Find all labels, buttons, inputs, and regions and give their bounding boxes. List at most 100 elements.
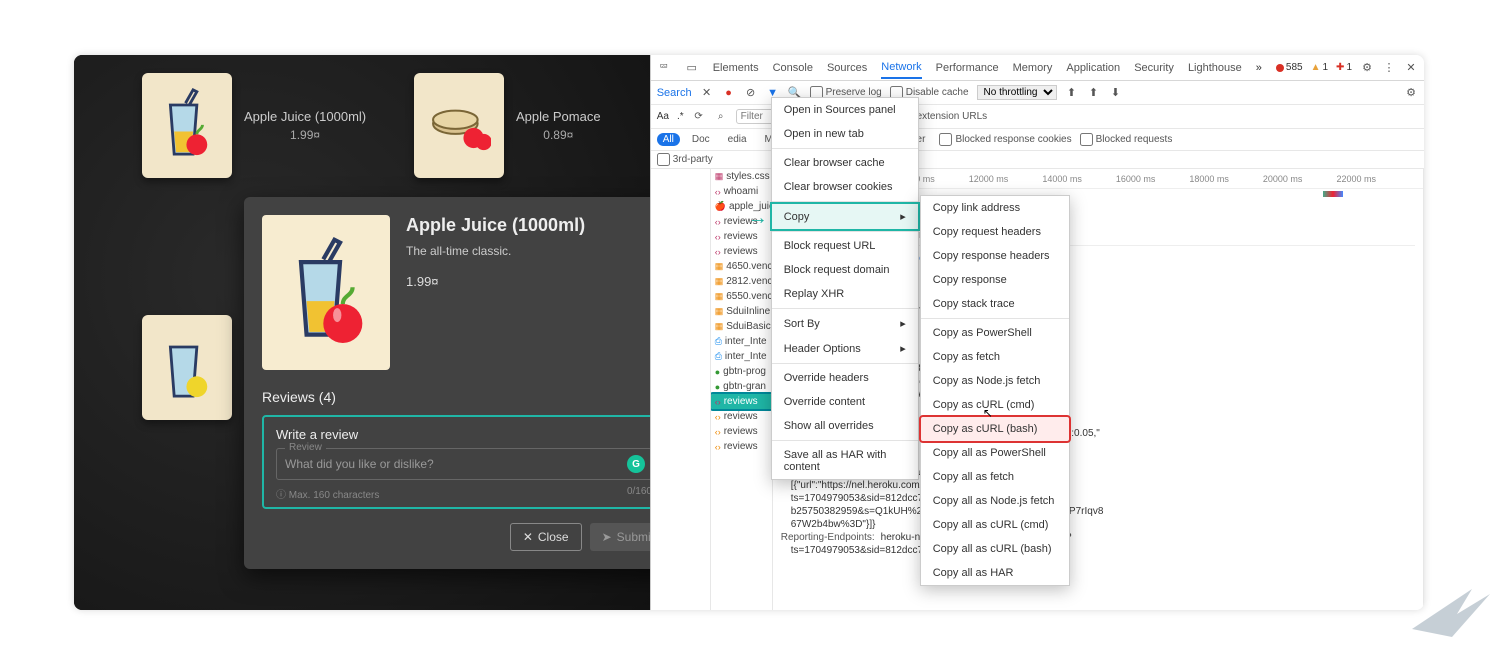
request-row[interactable]: ‹›whoami [711,184,772,199]
upload-icon[interactable]: ⬆ [1087,86,1101,100]
find-icon[interactable]: ⌕ [714,110,728,124]
ctx-item[interactable]: Copy request headers [921,220,1069,244]
request-row[interactable]: ‹›reviews [711,439,772,454]
context-menu-2[interactable]: Copy link addressCopy request headersCop… [920,195,1070,586]
juiceshop-app: Apple Juice (1000ml)1.99¤ Apple Pomace0.… [74,55,650,610]
context-menu-1[interactable]: Open in Sources panelOpen in new tab Clea… [771,97,919,480]
error-count[interactable]: 585 [1286,62,1303,73]
submit-button[interactable]: ➤Submit [590,523,650,551]
ctx-item[interactable]: Clear browser cookies [772,175,918,199]
product-name: Apple Pomace [516,109,601,124]
tab-lighthouse[interactable]: Lighthouse [1188,62,1242,74]
throttling-select[interactable]: No throttling [977,85,1057,100]
request-row[interactable]: ●gbtn-gran [711,379,772,394]
request-row[interactable]: ‹›reviews [711,409,772,424]
third-party-check[interactable]: 3rd-party [657,153,713,166]
close-button[interactable]: ✕Close [510,523,582,551]
tab-console[interactable]: Console [773,62,813,74]
search-tab[interactable]: Search [657,87,692,99]
header-row: [{"url":"https://nel.heroku.com/reports? [781,479,1415,492]
kebab-icon[interactable]: ⋮ [1382,61,1396,75]
inspect-icon[interactable]: ⮹ [657,61,671,75]
filter-all[interactable]: All [657,133,680,146]
request-row[interactable]: ▦SduiInline [711,304,772,319]
ctx-item[interactable]: Block request domain [772,258,918,282]
gear-small-icon[interactable]: ⚙ [1404,86,1418,100]
tab-performance[interactable]: Performance [936,62,999,74]
request-list[interactable]: ▦styles.css‹›whoami🍎apple_juic‹›reviews‹… [711,169,773,610]
ctx-item[interactable]: Clear browser cache [772,151,918,175]
request-row[interactable]: ▦SduiBasic [711,319,772,334]
ctx-item[interactable]: Sort By▸ [772,311,918,336]
request-row[interactable]: ▦6550.venc [711,289,772,304]
product-card[interactable]: Apple Pomace0.89¤ [414,73,601,178]
ctx-item[interactable]: Copy all as HAR [921,561,1069,585]
ctx-item[interactable]: Copy link address [921,196,1069,220]
blocked-cookies-check[interactable]: Blocked response cookies [939,133,1071,146]
ctx-item[interactable]: Copy response [921,268,1069,292]
refresh-icon[interactable]: ⟳ [692,110,706,124]
tab-application[interactable]: Application [1066,62,1120,74]
request-row[interactable]: ⎙inter_Inte [711,334,772,349]
ctx-item[interactable]: Show all overrides [772,414,918,438]
ctx-item[interactable]: Save all as HAR with content [772,443,918,479]
tab-security[interactable]: Security [1134,62,1174,74]
ctx-item[interactable]: Copy as PowerShell [921,321,1069,345]
info-count[interactable]: 1 [1346,62,1352,73]
ctx-item[interactable]: Copy all as PowerShell [921,441,1069,465]
header-row: Reporting-Endpoints:heroku-nel=https://n… [781,531,1415,544]
close-search-icon[interactable]: ✕ [700,86,714,100]
ctx-item[interactable]: Copy as cURL (bash) [921,417,1069,441]
ctx-item[interactable]: Copy stack trace [921,292,1069,316]
request-row[interactable]: ●gbtn-prog [711,364,772,379]
tab-network[interactable]: Network [881,61,921,79]
ctx-item[interactable]: Replay XHR [772,282,918,306]
ctx-item[interactable]: Override content [772,390,918,414]
request-row[interactable]: ‹›reviews [711,244,772,259]
request-row[interactable]: ⎙inter_Inte [711,349,772,364]
download-icon[interactable]: ⬇ [1109,86,1123,100]
request-row[interactable]: ▦2812.venc [711,274,772,289]
header-row: ts=1704979053&sid=812dcc77-0bd0-43b1-a5f… [781,492,1415,505]
grammarly-icon[interactable]: G [627,455,645,473]
filter-doc[interactable]: Doc [686,133,716,146]
tab-elements[interactable]: Elements [713,62,759,74]
aa-icon[interactable]: Aa [657,111,669,122]
ctx-item[interactable]: Open in new tab [772,122,918,146]
ctx-item[interactable]: Copy all as fetch [921,465,1069,489]
request-row[interactable]: ‹›reviews [711,229,772,244]
ctx-item[interactable]: Copy as fetch [921,345,1069,369]
ctx-item[interactable]: Override headers [772,366,918,390]
blocked-req-check[interactable]: Blocked requests [1080,133,1173,146]
product-card[interactable] [142,315,232,420]
ctx-item[interactable]: Block request URL [772,234,918,258]
tab-sources[interactable]: Sources [827,62,867,74]
request-row[interactable]: ▦styles.css [711,169,772,184]
ctx-item[interactable]: Copy response headers [921,244,1069,268]
request-row[interactable]: ‹›reviews [711,424,772,439]
more-tabs-icon[interactable]: » [1256,62,1262,74]
request-row[interactable]: ‹›reviews [711,394,772,409]
reviews-toggle[interactable]: Reviews (4) ⌄ [262,388,650,405]
ctx-item[interactable]: Copy all as Node.js fetch [921,489,1069,513]
device-icon[interactable]: ▭ [685,61,699,75]
product-card[interactable]: Apple Juice (1000ml)1.99¤ [142,73,366,178]
record-icon[interactable]: ● [722,86,736,100]
ctx-item[interactable]: Header Options▸ [772,336,918,361]
ctx-item[interactable]: Copy all as cURL (bash) [921,537,1069,561]
filter-media[interactable]: edia [722,133,753,146]
ctx-item[interactable]: Copy▸ [772,204,918,229]
gear-icon[interactable]: ⚙ [1360,61,1374,75]
ctx-item[interactable]: Copy as cURL (cmd) [921,393,1069,417]
ctx-item[interactable]: Copy as Node.js fetch [921,369,1069,393]
devtools: ⮹ ▭ Elements Console Sources Network Per… [650,55,1424,610]
wifi-icon[interactable]: ⬆ [1065,86,1079,100]
tab-memory[interactable]: Memory [1013,62,1053,74]
review-input[interactable]: Review What did you like or dislike? G [276,448,650,480]
close-devtools-icon[interactable]: ✕ [1404,61,1418,75]
warn-count[interactable]: 1 [1322,62,1328,73]
ctx-item[interactable]: Open in Sources panel [772,98,918,122]
clear-icon[interactable]: ⊘ [744,86,758,100]
ctx-item[interactable]: Copy all as cURL (cmd) [921,513,1069,537]
request-row[interactable]: ▦4650.venc [711,259,772,274]
